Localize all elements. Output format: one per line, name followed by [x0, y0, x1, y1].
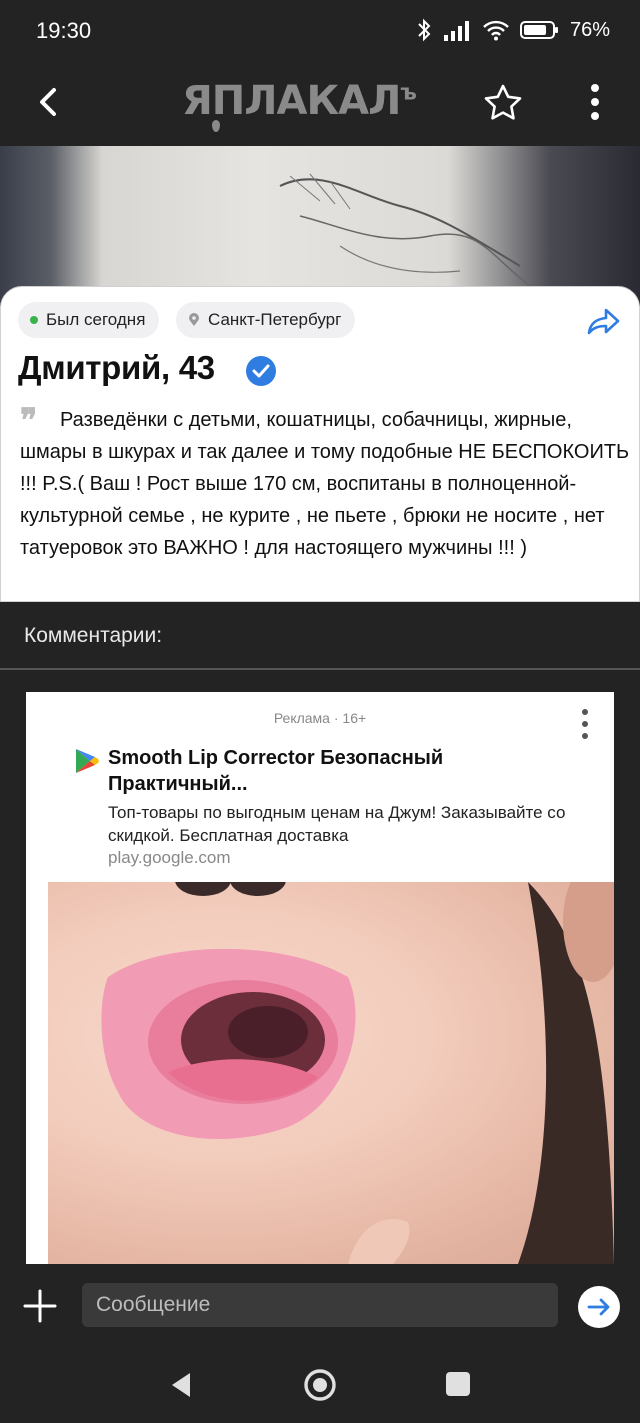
- ad-description: Топ-товары по выгодным ценам на Джум! За…: [108, 803, 566, 845]
- google-play-icon: [76, 749, 99, 773]
- city-chip: Санкт-Петербург: [176, 302, 356, 338]
- message-bar: Сообщение: [0, 1264, 640, 1348]
- app-logo: ЯПЛАКАЛъ: [182, 78, 417, 124]
- nav-back-icon[interactable]: [168, 1370, 194, 1400]
- profile-bio: Разведёнки с детьми, кошатницы, собачниц…: [20, 409, 630, 559]
- city-label: Санкт-Петербург: [208, 310, 342, 329]
- status-icons: 76%: [416, 16, 610, 44]
- logo-drop-icon: [212, 120, 220, 132]
- ad-label: Реклама · 16+: [273, 710, 367, 726]
- wifi-icon: [483, 20, 509, 41]
- logo-suffix: ъ: [400, 80, 417, 106]
- status-bar: 19:30 76%: [0, 0, 640, 60]
- attach-plus-icon[interactable]: [22, 1288, 58, 1324]
- battery-percent: 76%: [569, 18, 610, 41]
- share-icon: [587, 308, 620, 335]
- comments-divider: [0, 668, 640, 670]
- profile-name: Дмитрий, 43: [18, 349, 215, 386]
- ad-block[interactable]: Реклама · 16+ Smooth Lip Corrector Безоп…: [26, 692, 614, 1264]
- send-button[interactable]: [578, 1286, 620, 1328]
- photo-sketch: [279, 173, 531, 287]
- location-pin-icon: [189, 313, 199, 326]
- status-time: 19:30: [36, 18, 92, 43]
- back-arrow-icon[interactable]: [26, 80, 70, 124]
- nav-recents-icon[interactable]: [446, 1372, 470, 1396]
- ad-title[interactable]: Smooth Lip Corrector Безопасный Практичн…: [108, 745, 578, 797]
- post-photo: [0, 146, 640, 306]
- favorite-star-icon[interactable]: [482, 82, 524, 124]
- comments-title: Комментарии:: [24, 624, 163, 647]
- battery-icon: [519, 21, 558, 39]
- send-arrow-icon: [587, 1298, 610, 1316]
- ad-url[interactable]: play.google.com: [108, 848, 231, 868]
- post-image: Был сегодня Санкт-Петербург Дмитрий, 43 …: [0, 146, 640, 602]
- signal-icon: [443, 21, 469, 41]
- message-input[interactable]: Сообщение: [82, 1283, 558, 1327]
- ad-menu-icon[interactable]: [574, 706, 596, 742]
- bluetooth-icon: [418, 18, 431, 42]
- verified-badge-icon: [246, 356, 276, 386]
- app-header: ЯПЛАКАЛъ: [0, 60, 640, 146]
- last-seen-chip: Был сегодня: [18, 302, 160, 338]
- overflow-menu-icon[interactable]: [580, 80, 610, 124]
- ad-lips-picture: [101, 882, 614, 1264]
- nav-home-icon[interactable]: [303, 1368, 337, 1402]
- logo-text: ЯПЛАКАЛ: [182, 78, 401, 124]
- ad-image[interactable]: [48, 882, 614, 1264]
- last-seen-label: Был сегодня: [46, 310, 146, 329]
- online-dot-icon: [30, 316, 38, 324]
- system-nav-bar: [0, 1348, 640, 1423]
